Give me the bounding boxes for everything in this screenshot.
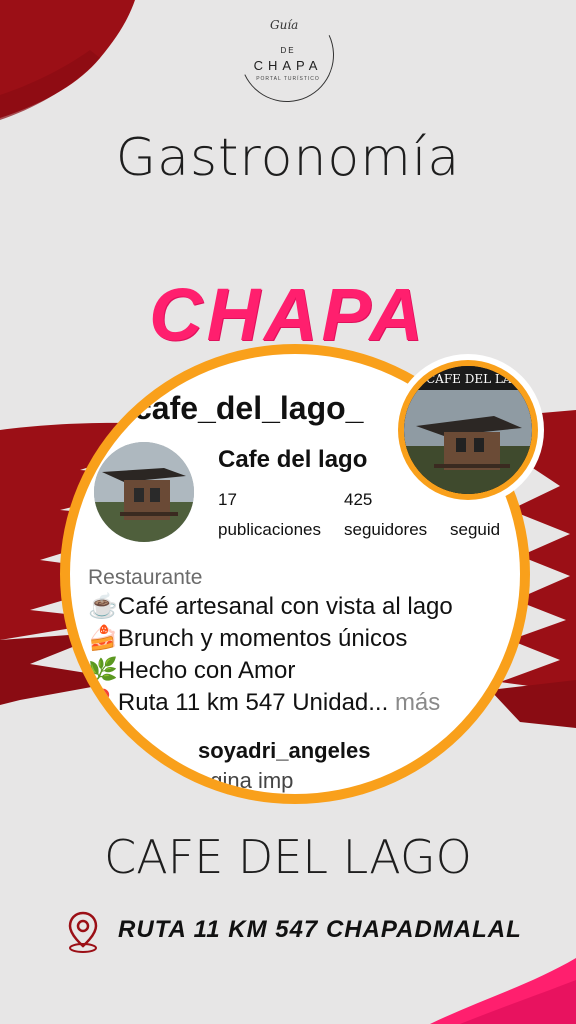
logo-tagline: PORTAL TURÍSTICO xyxy=(256,76,320,82)
posts-count: 17 xyxy=(218,490,237,509)
location-pin-icon xyxy=(68,911,98,953)
bio-line: 🌿Hecho con Amor xyxy=(88,657,296,684)
pin-icon: 📍 xyxy=(88,689,118,716)
profile-category: Restaurante xyxy=(88,566,203,589)
coffee-icon: ☕ xyxy=(88,593,118,620)
logo-name: CHAPA xyxy=(253,58,323,73)
page-heading: Gastronomía xyxy=(115,128,461,188)
brand-logo: Guía DE CHAPA PORTAL TURÍSTICO xyxy=(226,0,348,116)
cake-icon: 🍰 xyxy=(88,625,118,652)
comment-text: agina imp xyxy=(198,768,294,793)
photo-sign-text: CAFE DEL LAGO xyxy=(426,372,531,386)
logo-script: Guía xyxy=(270,18,299,32)
bio-line: ☕Café artesanal con vista al lago xyxy=(88,593,453,620)
followers-count: 425 xyxy=(344,490,373,509)
posts-label: publicaciones xyxy=(218,520,322,539)
followers-label: seguidores xyxy=(344,520,428,539)
profile-avatar xyxy=(94,442,194,542)
profile-name: Cafe del lago xyxy=(218,446,368,473)
cafe-photo-circle: CAFE DEL LAGO xyxy=(392,354,544,506)
instagram-handle: cafe_del_lago_ xyxy=(134,390,364,426)
following-label: seguid xyxy=(450,520,501,539)
address-text: RUTA 11 KM 547 CHAPADMALAL xyxy=(118,916,522,943)
leaf-icon: 🌿 xyxy=(88,657,118,684)
comment-username: soyadri_angeles xyxy=(198,738,371,763)
cafe-photo: CAFE DEL LAGO xyxy=(404,366,532,494)
bio-line: 🍰Brunch y momentos únicos xyxy=(88,625,408,652)
bio-line: 📍Ruta 11 km 547 Unidad... más xyxy=(88,689,441,716)
logo-de: DE xyxy=(280,46,296,55)
bio-more-link[interactable]: más xyxy=(395,689,440,716)
place-name: CAFE DEL LAGO xyxy=(104,830,472,884)
